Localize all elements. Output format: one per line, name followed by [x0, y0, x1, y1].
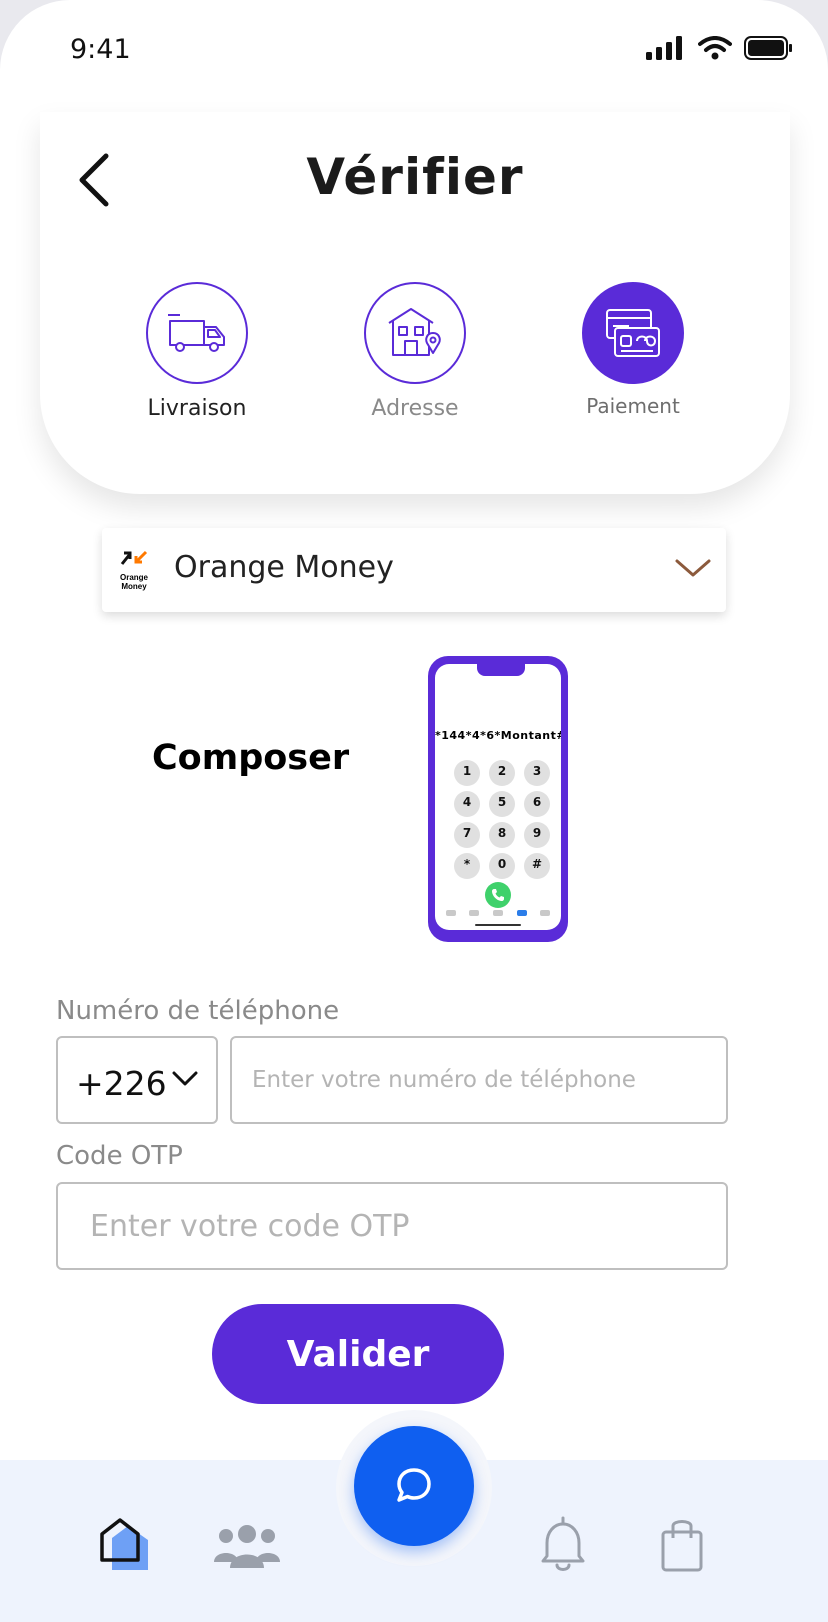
dial-key: 9	[524, 822, 550, 848]
nav-community[interactable]	[214, 1524, 280, 1575]
dialer-tab-bar	[439, 910, 557, 916]
step-label: Adresse	[371, 396, 459, 421]
chat-button[interactable]	[354, 1426, 474, 1546]
status-icons	[646, 36, 794, 60]
call-button	[485, 882, 511, 908]
checkout-header-card: Vérifier Livraison Adresse Paiement	[40, 112, 790, 494]
dial-key: 7	[454, 822, 480, 848]
step-circle	[582, 282, 684, 384]
page-title: Vérifier	[306, 148, 524, 206]
phone-dialer-illustration: *144*4*6*Montant# 1 2 3 4 5 6 7 8 9 * 0 …	[428, 656, 568, 942]
dial-key: 5	[489, 791, 515, 817]
dial-key: 0	[489, 853, 515, 879]
step-circle	[364, 282, 466, 384]
home-icon	[100, 1518, 148, 1570]
chat-bubble-icon	[397, 1468, 431, 1502]
credit-card-icon	[606, 309, 660, 357]
dial-key: 1	[454, 760, 480, 786]
payment-method-select[interactable]: Orange Money Orange Money	[102, 528, 726, 612]
dialer-tab	[540, 910, 551, 916]
home-indicator	[475, 924, 521, 926]
dial-key: *	[454, 853, 480, 879]
battery-icon	[744, 36, 792, 60]
dial-key: 3	[524, 760, 550, 786]
users-group-icon	[214, 1525, 280, 1568]
shopping-bag-icon	[661, 1520, 703, 1572]
dial-key: #	[524, 853, 550, 879]
phone-number-label: Numéro de téléphone	[56, 996, 340, 1026]
dialer-screen: *144*4*6*Montant# 1 2 3 4 5 6 7 8 9 * 0 …	[435, 664, 561, 930]
orange-money-logo: Orange Money	[118, 550, 150, 591]
step-paiement[interactable]: Paiement	[553, 282, 713, 418]
dialer-tab	[445, 910, 456, 916]
dial-keypad: 1 2 3 4 5 6 7 8 9 * 0 #	[454, 760, 554, 879]
dialer-tab	[516, 910, 527, 916]
step-label: Paiement	[586, 394, 680, 418]
country-code-value: +226	[76, 1064, 167, 1103]
step-adresse[interactable]: Adresse	[335, 282, 495, 421]
ussd-code: *144*4*6*Montant#	[435, 729, 561, 742]
status-time: 9:41	[70, 34, 131, 65]
delivery-truck-icon	[168, 314, 225, 352]
bell-icon	[541, 1516, 585, 1571]
wifi-icon	[698, 36, 732, 60]
validate-button[interactable]: Valider	[212, 1304, 504, 1404]
composer-label: Composer	[152, 738, 350, 778]
chevron-down-icon	[172, 1071, 198, 1086]
dial-key: 6	[524, 791, 550, 817]
payment-method-value: Orange Money	[174, 550, 394, 585]
country-code-select[interactable]: +226	[56, 1036, 218, 1124]
dial-key: 4	[454, 791, 480, 817]
phone-call-icon	[492, 889, 504, 901]
dialer-tab	[492, 910, 503, 916]
phone-screen: 9:41 Vérifier Livraison Adresse Paiement…	[0, 0, 828, 1622]
nav-cart[interactable]	[660, 1516, 704, 1577]
phone-number-input[interactable]	[230, 1036, 728, 1124]
dial-key: 2	[489, 760, 515, 786]
orange-money-logo-text: Orange Money	[119, 573, 148, 591]
nav-home[interactable]	[98, 1516, 154, 1577]
phone-notch	[477, 664, 525, 676]
house-location-icon	[388, 308, 441, 356]
dial-key: 8	[489, 822, 515, 848]
step-livraison[interactable]: Livraison	[117, 282, 277, 421]
dialer-tab	[469, 910, 480, 916]
chevron-down-icon	[675, 559, 711, 577]
step-label: Livraison	[147, 396, 247, 421]
otp-input[interactable]	[56, 1182, 728, 1270]
otp-label: Code OTP	[56, 1141, 183, 1171]
nav-notifications[interactable]	[540, 1516, 586, 1577]
step-circle	[146, 282, 248, 384]
orange-money-arrows-icon	[120, 550, 148, 565]
signal-icon	[646, 36, 682, 60]
